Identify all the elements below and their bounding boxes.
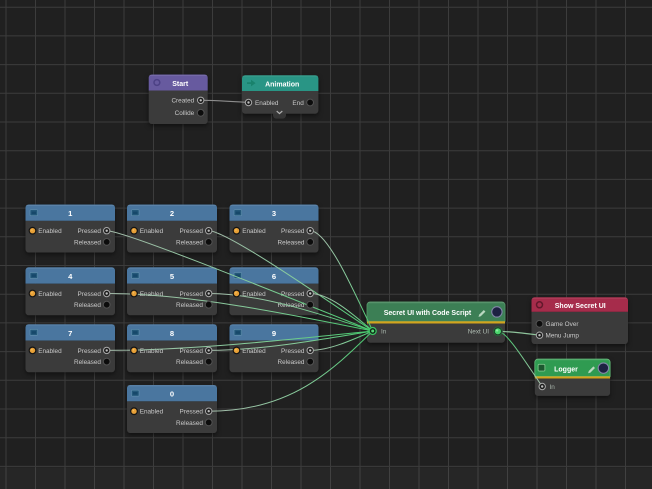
svg-text:Released: Released: [277, 239, 304, 246]
svg-text:Enabled: Enabled: [38, 291, 62, 298]
svg-text:Pressed: Pressed: [180, 228, 204, 235]
svg-text:3: 3: [272, 209, 276, 218]
svg-text:Enabled: Enabled: [255, 100, 279, 107]
svg-text:Released: Released: [277, 359, 304, 366]
svg-text:Secret UI with Code Script: Secret UI with Code Script: [384, 310, 472, 317]
svg-text:End: End: [292, 100, 304, 107]
svg-text:Enabled: Enabled: [38, 228, 62, 235]
svg-text:Enabled: Enabled: [242, 228, 266, 235]
svg-text:Pressed: Pressed: [78, 228, 102, 235]
svg-text:2: 2: [170, 209, 174, 218]
svg-text:Released: Released: [74, 239, 101, 246]
svg-text:Pressed: Pressed: [281, 291, 305, 298]
svg-text:In: In: [381, 328, 387, 335]
svg-text:Released: Released: [176, 302, 203, 309]
svg-text:In: In: [550, 384, 556, 391]
svg-text:8: 8: [170, 329, 174, 338]
svg-text:Show Secret UI: Show Secret UI: [555, 303, 606, 310]
svg-text:Pressed: Pressed: [78, 348, 102, 355]
svg-text:Pressed: Pressed: [281, 348, 305, 355]
svg-text:Released: Released: [74, 359, 101, 366]
svg-text:Pressed: Pressed: [180, 348, 204, 355]
svg-text:Pressed: Pressed: [281, 228, 305, 235]
svg-text:Start: Start: [172, 81, 189, 88]
svg-text:Released: Released: [277, 302, 304, 309]
svg-text:Game Over: Game Over: [546, 321, 580, 328]
svg-text:Animation: Animation: [265, 82, 299, 89]
svg-text:6: 6: [272, 272, 276, 281]
svg-text:Enabled: Enabled: [140, 228, 164, 235]
svg-text:0: 0: [170, 390, 174, 399]
svg-text:Enabled: Enabled: [38, 348, 62, 355]
svg-text:Pressed: Pressed: [180, 409, 204, 416]
svg-text:Collide: Collide: [175, 110, 195, 117]
svg-text:Pressed: Pressed: [180, 291, 204, 298]
svg-text:Released: Released: [176, 420, 203, 427]
svg-text:Created: Created: [171, 98, 194, 105]
svg-text:Released: Released: [176, 359, 203, 366]
svg-text:9: 9: [272, 329, 276, 338]
svg-text:Enabled: Enabled: [140, 409, 164, 416]
svg-text:7: 7: [68, 329, 72, 338]
svg-text:Released: Released: [74, 302, 101, 309]
svg-text:Menu Jump: Menu Jump: [546, 333, 580, 340]
svg-text:Pressed: Pressed: [78, 291, 102, 298]
svg-text:Logger: Logger: [554, 366, 578, 373]
svg-text:Next UI: Next UI: [468, 329, 490, 336]
svg-text:Released: Released: [176, 239, 203, 246]
